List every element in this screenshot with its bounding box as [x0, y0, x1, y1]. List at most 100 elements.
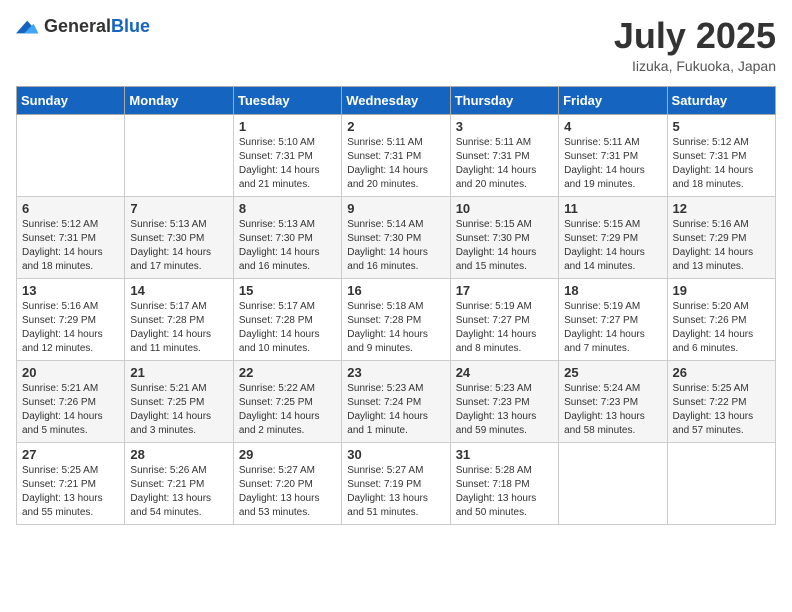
day-info: Sunrise: 5:27 AMSunset: 7:19 PMDaylight:…: [347, 464, 444, 520]
day-number: 15: [239, 283, 336, 298]
day-info: Sunrise: 5:21 AMSunset: 7:25 PMDaylight:…: [130, 382, 227, 438]
day-info: Sunrise: 5:15 AMSunset: 7:29 PMDaylight:…: [564, 218, 661, 274]
day-info: Sunrise: 5:19 AMSunset: 7:27 PMDaylight:…: [564, 300, 661, 356]
calendar-cell: 20 Sunrise: 5:21 AMSunset: 7:26 PMDayligh…: [17, 360, 125, 442]
day-number: 24: [456, 365, 553, 380]
calendar-cell: 18 Sunrise: 5:19 AMSunset: 7:27 PMDayligh…: [559, 278, 667, 360]
day-number: 1: [239, 119, 336, 134]
calendar-cell: [667, 442, 775, 524]
day-info: Sunrise: 5:20 AMSunset: 7:26 PMDaylight:…: [673, 300, 770, 356]
day-number: 28: [130, 447, 227, 462]
day-number: 22: [239, 365, 336, 380]
day-info: Sunrise: 5:10 AMSunset: 7:31 PMDaylight:…: [239, 136, 336, 192]
column-header-sunday: Sunday: [17, 86, 125, 114]
calendar-cell: 10 Sunrise: 5:15 AMSunset: 7:30 PMDayligh…: [450, 196, 558, 278]
day-info: Sunrise: 5:24 AMSunset: 7:23 PMDaylight:…: [564, 382, 661, 438]
calendar-cell: 8 Sunrise: 5:13 AMSunset: 7:30 PMDaylight…: [233, 196, 341, 278]
day-number: 10: [456, 201, 553, 216]
day-number: 13: [22, 283, 119, 298]
day-info: Sunrise: 5:27 AMSunset: 7:20 PMDaylight:…: [239, 464, 336, 520]
day-number: 7: [130, 201, 227, 216]
calendar-cell: [17, 114, 125, 196]
day-info: Sunrise: 5:21 AMSunset: 7:26 PMDaylight:…: [22, 382, 119, 438]
day-number: 29: [239, 447, 336, 462]
day-info: Sunrise: 5:22 AMSunset: 7:25 PMDaylight:…: [239, 382, 336, 438]
calendar-week-3: 13 Sunrise: 5:16 AMSunset: 7:29 PMDayligh…: [17, 278, 776, 360]
calendar-cell: 7 Sunrise: 5:13 AMSunset: 7:30 PMDaylight…: [125, 196, 233, 278]
day-info: Sunrise: 5:11 AMSunset: 7:31 PMDaylight:…: [347, 136, 444, 192]
day-number: 6: [22, 201, 119, 216]
day-info: Sunrise: 5:25 AMSunset: 7:21 PMDaylight:…: [22, 464, 119, 520]
day-number: 9: [347, 201, 444, 216]
day-number: 17: [456, 283, 553, 298]
day-number: 2: [347, 119, 444, 134]
day-number: 11: [564, 201, 661, 216]
day-number: 30: [347, 447, 444, 462]
month-title: July 2025: [614, 16, 776, 56]
day-info: Sunrise: 5:19 AMSunset: 7:27 PMDaylight:…: [456, 300, 553, 356]
day-number: 16: [347, 283, 444, 298]
day-info: Sunrise: 5:13 AMSunset: 7:30 PMDaylight:…: [130, 218, 227, 274]
day-number: 20: [22, 365, 119, 380]
logo-text: GeneralBlue: [44, 16, 150, 37]
column-header-saturday: Saturday: [667, 86, 775, 114]
calendar-cell: 21 Sunrise: 5:21 AMSunset: 7:25 PMDayligh…: [125, 360, 233, 442]
day-info: Sunrise: 5:15 AMSunset: 7:30 PMDaylight:…: [456, 218, 553, 274]
logo: GeneralBlue: [16, 16, 150, 37]
calendar-cell: [559, 442, 667, 524]
calendar-cell: 15 Sunrise: 5:17 AMSunset: 7:28 PMDayligh…: [233, 278, 341, 360]
day-number: 23: [347, 365, 444, 380]
calendar-cell: 29 Sunrise: 5:27 AMSunset: 7:20 PMDayligh…: [233, 442, 341, 524]
column-header-monday: Monday: [125, 86, 233, 114]
day-number: 5: [673, 119, 770, 134]
day-number: 14: [130, 283, 227, 298]
day-number: 8: [239, 201, 336, 216]
day-number: 26: [673, 365, 770, 380]
calendar-cell: 2 Sunrise: 5:11 AMSunset: 7:31 PMDaylight…: [342, 114, 450, 196]
page-header: GeneralBlue July 2025 Iizuka, Fukuoka, J…: [16, 16, 776, 74]
day-number: 21: [130, 365, 227, 380]
column-header-friday: Friday: [559, 86, 667, 114]
calendar-week-5: 27 Sunrise: 5:25 AMSunset: 7:21 PMDayligh…: [17, 442, 776, 524]
day-info: Sunrise: 5:23 AMSunset: 7:23 PMDaylight:…: [456, 382, 553, 438]
logo-icon: [16, 17, 40, 37]
day-number: 19: [673, 283, 770, 298]
calendar-cell: 6Sunrise: 5:12 AMSunset: 7:31 PMDaylight…: [17, 196, 125, 278]
day-info: Sunrise: 5:16 AMSunset: 7:29 PMDaylight:…: [673, 218, 770, 274]
calendar-cell: 13 Sunrise: 5:16 AMSunset: 7:29 PMDayligh…: [17, 278, 125, 360]
calendar-cell: 4Sunrise: 5:11 AMSunset: 7:31 PMDaylight…: [559, 114, 667, 196]
day-number: 3: [456, 119, 553, 134]
calendar-cell: 27 Sunrise: 5:25 AMSunset: 7:21 PMDayligh…: [17, 442, 125, 524]
calendar-cell: 17 Sunrise: 5:19 AMSunset: 7:27 PMDayligh…: [450, 278, 558, 360]
logo-blue: Blue: [111, 16, 150, 36]
calendar-cell: 1 Sunrise: 5:10 AMSunset: 7:31 PMDaylight…: [233, 114, 341, 196]
day-info: Sunrise: 5:13 AMSunset: 7:30 PMDaylight:…: [239, 218, 336, 274]
day-number: 27: [22, 447, 119, 462]
calendar-cell: 14Sunrise: 5:17 AMSunset: 7:28 PMDayligh…: [125, 278, 233, 360]
calendar-cell: 31Sunrise: 5:28 AMSunset: 7:18 PMDayligh…: [450, 442, 558, 524]
day-number: 18: [564, 283, 661, 298]
day-info: Sunrise: 5:18 AMSunset: 7:28 PMDaylight:…: [347, 300, 444, 356]
day-info: Sunrise: 5:25 AMSunset: 7:22 PMDaylight:…: [673, 382, 770, 438]
calendar-cell: 26 Sunrise: 5:25 AMSunset: 7:22 PMDayligh…: [667, 360, 775, 442]
title-block: July 2025 Iizuka, Fukuoka, Japan: [614, 16, 776, 74]
calendar-cell: 22 Sunrise: 5:22 AMSunset: 7:25 PMDayligh…: [233, 360, 341, 442]
column-header-tuesday: Tuesday: [233, 86, 341, 114]
day-number: 12: [673, 201, 770, 216]
day-info: Sunrise: 5:17 AMSunset: 7:28 PMDaylight:…: [239, 300, 336, 356]
calendar-cell: 11 Sunrise: 5:15 AMSunset: 7:29 PMDayligh…: [559, 196, 667, 278]
calendar-cell: 5Sunrise: 5:12 AMSunset: 7:31 PMDaylight…: [667, 114, 775, 196]
calendar-week-4: 20 Sunrise: 5:21 AMSunset: 7:26 PMDayligh…: [17, 360, 776, 442]
calendar-cell: 28 Sunrise: 5:26 AMSunset: 7:21 PMDayligh…: [125, 442, 233, 524]
calendar-cell: 9 Sunrise: 5:14 AMSunset: 7:30 PMDaylight…: [342, 196, 450, 278]
day-info: Sunrise: 5:11 AMSunset: 7:31 PMDaylight:…: [456, 136, 553, 192]
calendar-cell: 12 Sunrise: 5:16 AMSunset: 7:29 PMDayligh…: [667, 196, 775, 278]
calendar-header-row: SundayMondayTuesdayWednesdayThursdayFrid…: [17, 86, 776, 114]
calendar-week-2: 6Sunrise: 5:12 AMSunset: 7:31 PMDaylight…: [17, 196, 776, 278]
day-info: Sunrise: 5:14 AMSunset: 7:30 PMDaylight:…: [347, 218, 444, 274]
day-info: Sunrise: 5:16 AMSunset: 7:29 PMDaylight:…: [22, 300, 119, 356]
day-number: 4: [564, 119, 661, 134]
day-number: 25: [564, 365, 661, 380]
calendar-cell: 19 Sunrise: 5:20 AMSunset: 7:26 PMDayligh…: [667, 278, 775, 360]
day-info: Sunrise: 5:26 AMSunset: 7:21 PMDaylight:…: [130, 464, 227, 520]
